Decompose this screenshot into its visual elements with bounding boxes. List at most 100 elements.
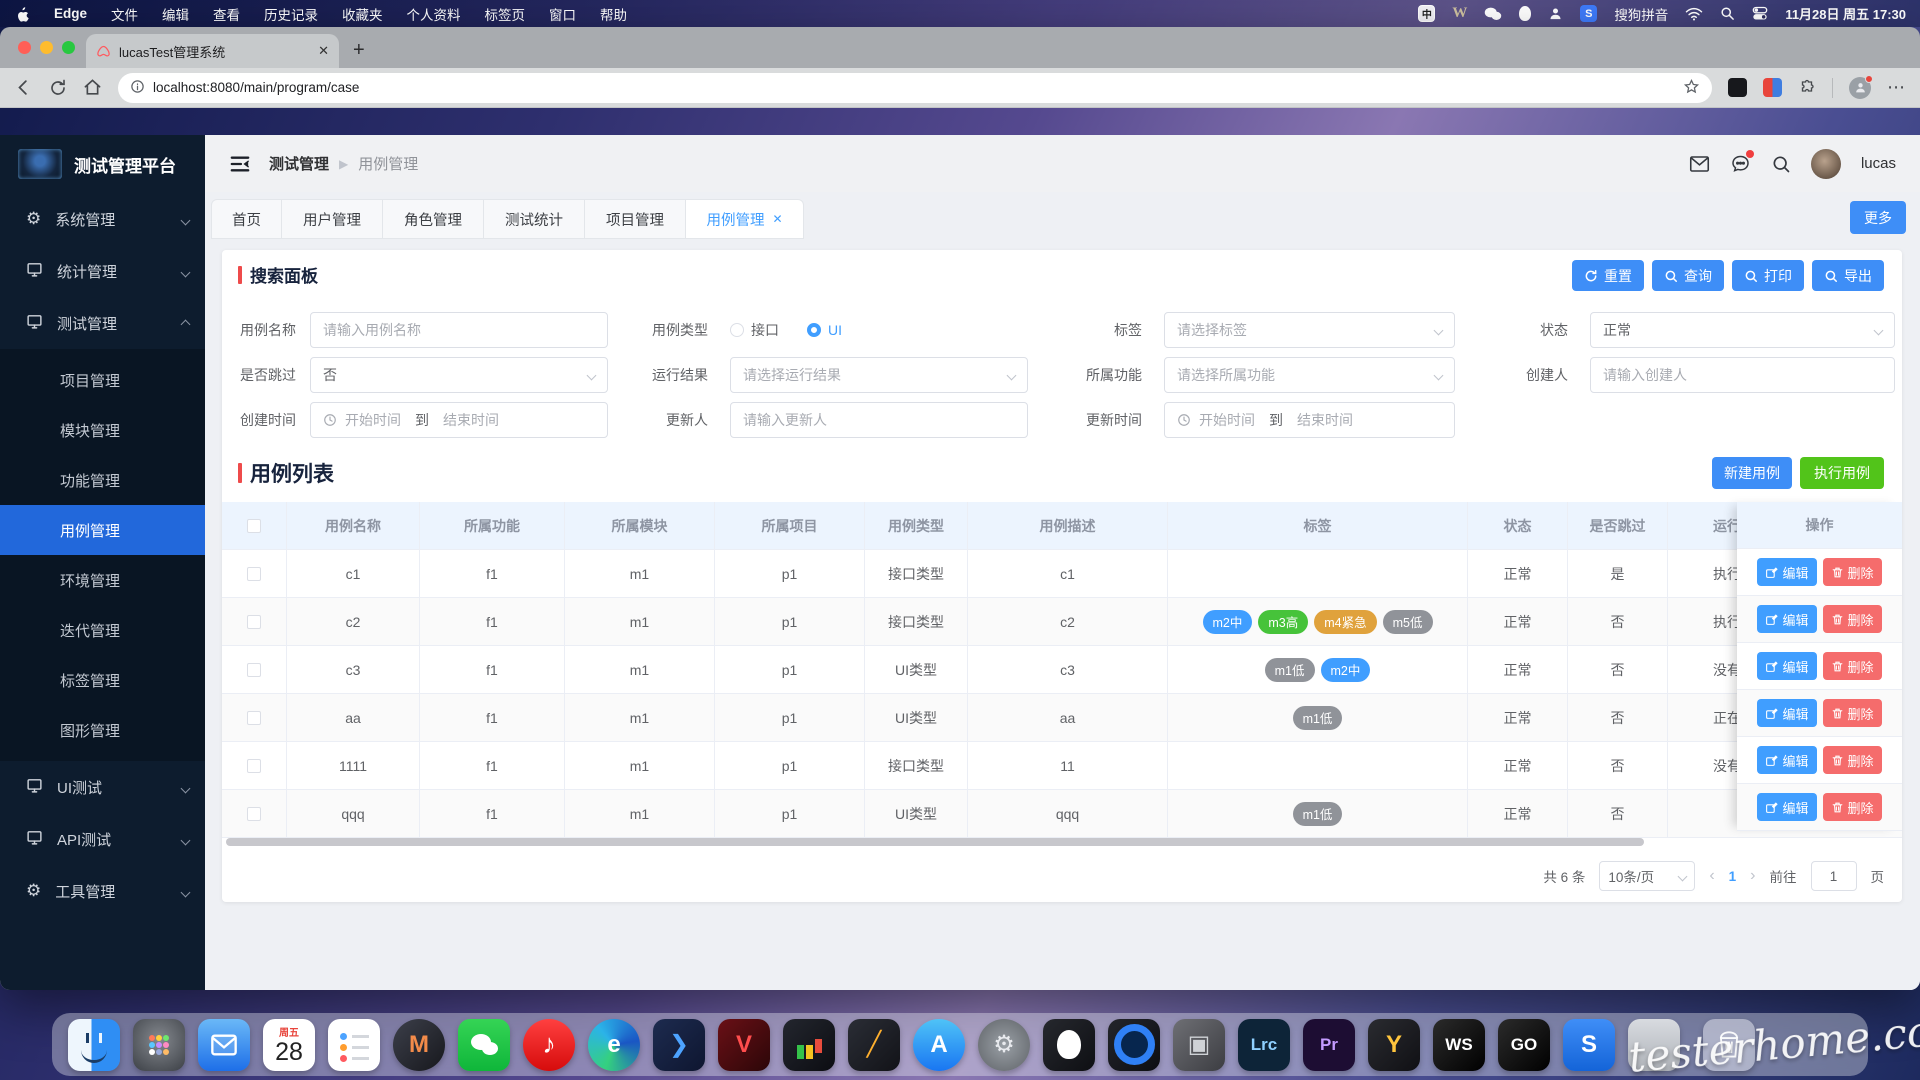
dock-app-store[interactable]: A [913,1018,965,1071]
edit-button[interactable]: 编辑 [1757,699,1817,727]
row-checkbox[interactable] [247,758,261,773]
wechat-status-icon[interactable] [1484,5,1502,23]
extension-icon[interactable] [1763,78,1782,97]
dock-reminders[interactable] [328,1018,380,1071]
dock-webstorm[interactable]: WS [1433,1018,1485,1071]
horizontal-scrollbar[interactable] [226,838,1644,846]
user-avatar[interactable] [1810,148,1841,179]
sidebar-group-测试管理[interactable]: 测试管理 [0,297,205,349]
create-time-range[interactable]: 开始时间 到 结束时间 [310,402,608,438]
menubar-menu[interactable]: 历史记录 [264,4,318,24]
tab-用户管理[interactable]: 用户管理 [282,199,383,239]
menubar-menu[interactable]: 帮助 [600,4,627,24]
sidebar-item-标签管理[interactable]: 标签管理 [0,655,205,705]
search-icon[interactable] [1771,154,1791,174]
user-status-icon[interactable] [1548,5,1563,23]
menubar-menu[interactable]: 查看 [213,4,240,24]
url-text[interactable]: localhost:8080/main/program/case [153,80,1675,95]
edit-button[interactable]: 编辑 [1757,652,1817,680]
sidebar-item-模块管理[interactable]: 模块管理 [0,405,205,455]
more-tabs-button[interactable]: 更多 [1850,201,1906,234]
dock-chart-app[interactable] [783,1018,835,1071]
dock-pencil-app[interactable]: ╱ [848,1018,900,1071]
dock-calendar[interactable]: 周五 28 [263,1018,315,1071]
dock-dark-arrow-app[interactable]: ❯ [653,1018,705,1071]
mail-icon[interactable] [1689,155,1710,173]
sidebar-item-功能管理[interactable]: 功能管理 [0,455,205,505]
row-checkbox[interactable] [247,566,261,581]
update-time-range[interactable]: 开始时间 到 结束时间 [1164,402,1455,438]
dock-settings[interactable]: ⚙ [978,1018,1030,1071]
sidebar-item-项目管理[interactable]: 项目管理 [0,355,205,405]
sidebar-group-统计管理[interactable]: 统计管理 [0,245,205,297]
dock-trash[interactable] [1703,1018,1755,1071]
updater-input[interactable]: 请输入更新人 [730,402,1028,438]
dock-wechat[interactable] [458,1018,510,1071]
delete-button[interactable]: 删除 [1822,558,1882,586]
delete-button[interactable]: 删除 [1822,605,1882,633]
control-center-icon[interactable] [1752,5,1768,23]
extensions-puzzle-icon[interactable] [1798,79,1816,97]
breadcrumb-section[interactable]: 测试管理 [269,153,329,174]
prev-page-icon[interactable]: ‹ [1709,867,1714,885]
menubar-datetime[interactable]: 11月28日 周五 17:30 [1785,4,1906,23]
sidebar-group-工具管理[interactable]: ⚙ 工具管理 [0,865,205,917]
radio-ui[interactable]: UI [807,322,842,338]
dock-yellow-app[interactable]: Y [1368,1018,1420,1071]
radio-api[interactable]: 接口 [730,320,779,340]
dock-mail[interactable] [198,1018,250,1071]
dock-launchpad[interactable] [133,1018,185,1071]
打印-button[interactable]: 打印 [1732,260,1804,291]
sidebar-group-API测试[interactable]: API测试 [0,813,205,865]
home-icon[interactable] [83,78,102,97]
menubar-menu[interactable]: 文件 [111,4,138,24]
close-window-button[interactable] [18,41,31,54]
browser-menu-icon[interactable]: ⋯ [1887,77,1906,98]
dock-box-app[interactable]: ▣ [1173,1018,1225,1071]
minimize-window-button[interactable] [40,41,53,54]
collapse-sidebar-icon[interactable] [229,154,251,174]
dock-premiere-pro[interactable]: Pr [1303,1018,1355,1071]
dock-m-app[interactable]: M [393,1018,445,1071]
wifi-icon[interactable] [1685,5,1703,23]
zoom-window-button[interactable] [62,41,75,54]
new-tab-button[interactable]: + [353,40,365,60]
dock-window-app[interactable] [1628,1018,1680,1071]
导出-button[interactable]: 导出 [1812,260,1884,291]
menubar-menu[interactable]: 窗口 [549,4,576,24]
dock-netease-music[interactable]: ♪ [523,1018,575,1071]
back-icon[interactable] [14,78,33,97]
tab-首页[interactable]: 首页 [211,199,282,239]
spotlight-search-icon[interactable] [1720,5,1735,23]
skip-select[interactable]: 否 [310,357,608,393]
dock-qq[interactable] [1043,1018,1095,1071]
sidebar-group-UI测试[interactable]: UI测试 [0,761,205,813]
sidebar-group-系统管理[interactable]: ⚙ 系统管理 [0,193,205,245]
sidebar-item-图形管理[interactable]: 图形管理 [0,705,205,755]
w-status-icon[interactable]: W [1452,5,1467,22]
reload-icon[interactable] [49,79,67,97]
breadcrumb-page[interactable]: 用例管理 [358,153,418,174]
qq-status-icon[interactable] [1519,5,1532,23]
查询-button[interactable]: 查询 [1652,260,1724,291]
edit-button[interactable]: 编辑 [1757,793,1817,821]
重置-button[interactable]: 重置 [1572,260,1644,291]
menubar-app-name[interactable]: Edge [54,6,87,21]
tab-角色管理[interactable]: 角色管理 [383,199,484,239]
delete-button[interactable]: 删除 [1822,699,1882,727]
function-select[interactable]: 请选择所属功能 [1164,357,1455,393]
execute-case-button[interactable]: 执行用例 [1800,457,1884,489]
case-name-input[interactable]: 请输入用例名称 [310,312,608,348]
ime-name[interactable]: 搜狗拼音 [1614,4,1668,24]
run-result-select[interactable]: 请选择运行结果 [730,357,1028,393]
menubar-menu[interactable]: 个人资料 [407,4,461,24]
sidebar-item-迭代管理[interactable]: 迭代管理 [0,605,205,655]
browser-tab[interactable]: lucasTest管理系统 ✕ [86,34,339,68]
input-method-icon[interactable]: 中 [1418,5,1436,22]
menubar-menu[interactable]: 收藏夹 [342,4,383,24]
menubar-menu[interactable]: 编辑 [162,4,189,24]
next-page-icon[interactable]: › [1750,867,1755,885]
message-icon[interactable] [1730,149,1754,174]
row-checkbox[interactable] [247,710,261,725]
sogou-icon[interactable]: S [1580,5,1598,22]
